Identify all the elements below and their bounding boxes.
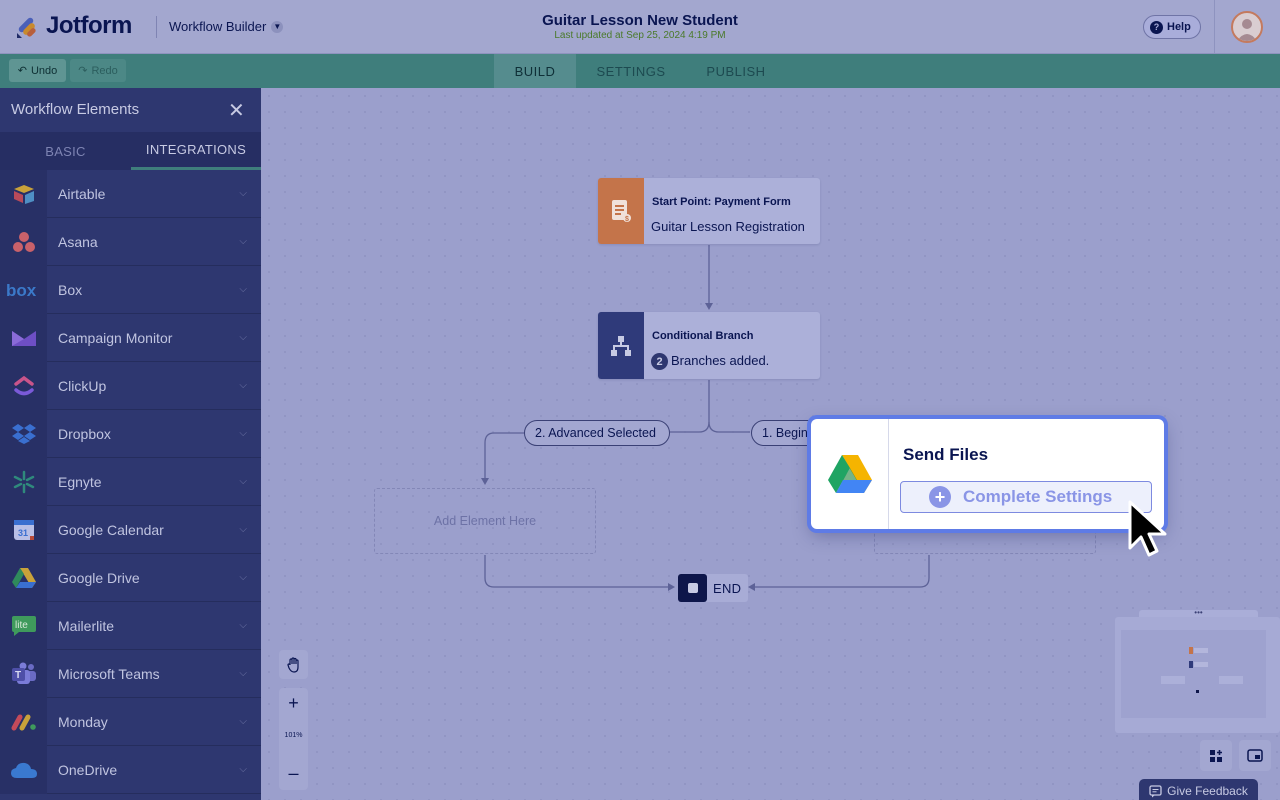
payment-form-icon: $	[598, 178, 644, 244]
minimap[interactable]	[1115, 617, 1280, 733]
complete-settings-button[interactable]: + Complete Settings	[900, 481, 1152, 513]
zoom-controls: + 101% –	[279, 688, 308, 790]
branch-node-kicker: Conditional Branch	[652, 330, 754, 342]
add-element-placeholder[interactable]: Add Element Here	[374, 488, 596, 554]
grid-plus-icon	[1210, 749, 1222, 762]
svg-text:$: $	[625, 216, 629, 223]
give-feedback-button[interactable]: Give Feedback	[1139, 779, 1258, 800]
hand-icon	[286, 656, 299, 673]
element-layout-button[interactable]	[1200, 740, 1232, 771]
branch-count-badge: 2	[651, 353, 668, 371]
branch-label-advanced[interactable]: 2. Advanced Selected	[524, 420, 670, 446]
stop-icon	[678, 574, 707, 602]
conditional-branch-node[interactable]: Conditional Branch 2 Branches added.	[598, 312, 820, 379]
start-node-kicker: Start Point: Payment Form	[652, 196, 791, 208]
branch-node-summary: 2 Branches added.	[651, 353, 770, 371]
feedback-icon	[1149, 784, 1162, 797]
minimap-icon	[1247, 749, 1263, 762]
pan-hand-button[interactable]	[279, 650, 308, 679]
complete-settings-label: Complete Settings	[963, 487, 1113, 506]
branch-icon	[598, 312, 644, 379]
workflow-connectors	[481, 245, 930, 591]
send-files-node[interactable]: Send Files + Complete Settings	[811, 419, 1164, 529]
send-files-title: Send Files	[903, 445, 989, 464]
branch-node-text: Branches added.	[671, 353, 770, 368]
zoom-in-button[interactable]: +	[279, 690, 308, 716]
end-label: END	[713, 580, 742, 596]
mouse-cursor-icon	[1128, 500, 1167, 557]
end-node[interactable]: END	[678, 574, 749, 602]
plus-icon: +	[929, 486, 951, 508]
zoom-out-button[interactable]: –	[279, 760, 308, 786]
minimap-toggle-button[interactable]	[1239, 740, 1271, 771]
google-drive-icon	[811, 419, 889, 529]
give-feedback-label: Give Feedback	[1167, 784, 1248, 798]
zoom-level: 101%	[284, 732, 303, 739]
minimap-viewport	[1121, 630, 1266, 718]
start-point-node[interactable]: $ Start Point: Payment Form Guitar Lesso…	[598, 178, 820, 244]
start-node-title: Guitar Lesson Registration	[651, 219, 805, 234]
